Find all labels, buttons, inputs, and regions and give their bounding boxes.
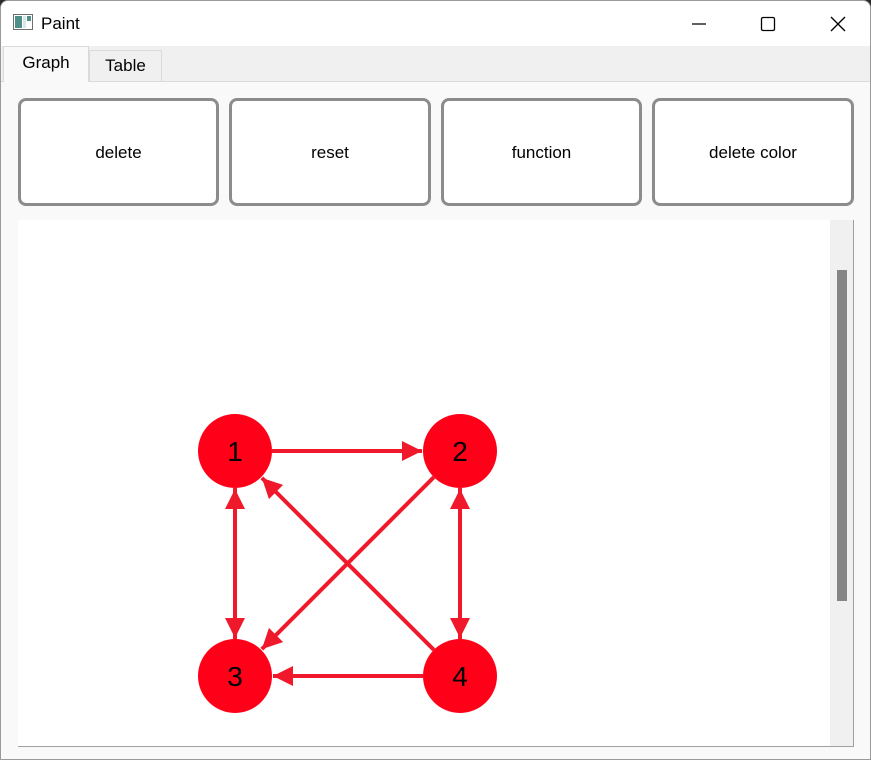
delete-button[interactable]: delete xyxy=(18,98,219,206)
tab-graph[interactable]: Graph xyxy=(3,46,89,82)
function-button[interactable]: function xyxy=(441,98,642,206)
reset-button[interactable]: reset xyxy=(229,98,431,206)
vertical-scrollbar[interactable] xyxy=(830,220,853,746)
graph-node-label-1: 1 xyxy=(227,436,243,467)
minimize-button[interactable] xyxy=(665,1,733,46)
graph-node-label-3: 3 xyxy=(227,661,243,692)
window-title: Paint xyxy=(41,14,80,33)
paint-window: Paint Graph Table delete reset function … xyxy=(0,0,871,760)
maximize-icon xyxy=(760,16,776,31)
maximize-button[interactable] xyxy=(734,1,802,46)
close-icon xyxy=(830,16,846,31)
minimize-icon xyxy=(692,22,706,25)
graph-node-label-2: 2 xyxy=(452,436,468,467)
graph-node-label-4: 4 xyxy=(452,661,468,692)
tab-table[interactable]: Table xyxy=(89,50,162,81)
close-button[interactable] xyxy=(804,1,870,46)
graph-canvas[interactable]: 1 2 3 4 xyxy=(18,220,854,747)
delete-color-button[interactable]: delete color xyxy=(652,98,854,206)
graph-drawing[interactable]: 1 2 3 4 xyxy=(18,220,830,746)
title-bar[interactable]: Paint xyxy=(1,1,870,46)
paint-app-icon xyxy=(13,14,33,30)
scrollbar-thumb[interactable] xyxy=(837,270,847,601)
graph-tab-content: delete reset function delete color 1 2 3 4 xyxy=(1,82,870,759)
tab-bar: Graph Table xyxy=(1,46,870,82)
